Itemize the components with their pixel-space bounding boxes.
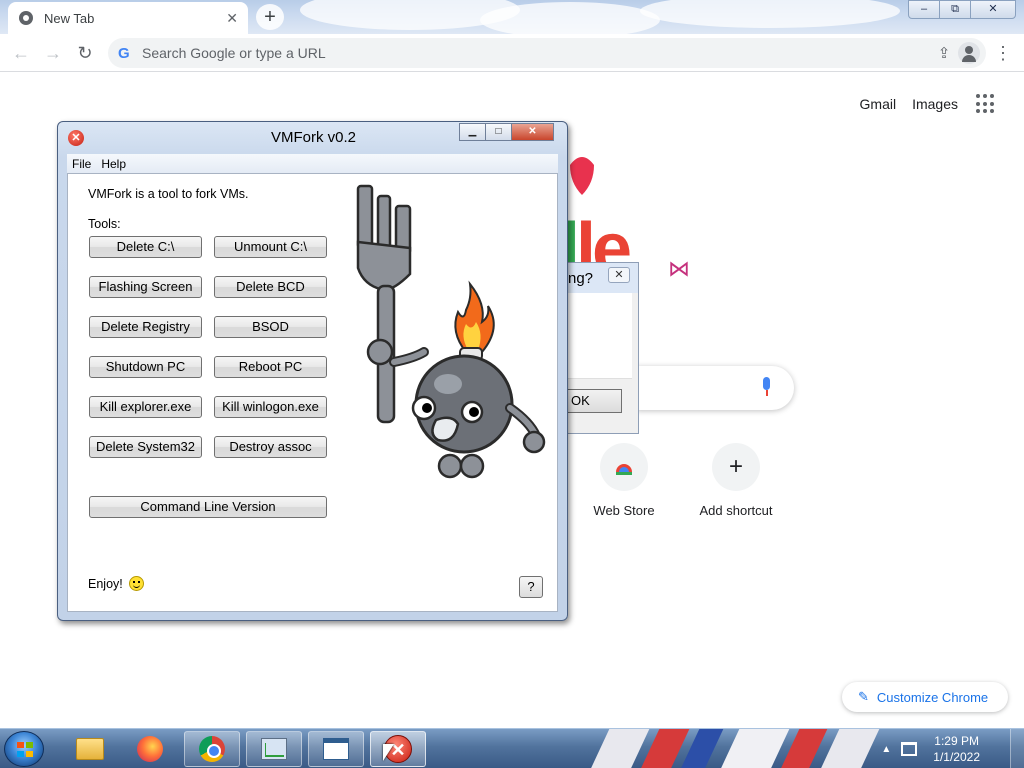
start-button[interactable] bbox=[4, 731, 44, 767]
task-manager-icon bbox=[261, 738, 287, 760]
close-window-button[interactable]: ✕ bbox=[970, 0, 1016, 19]
delete-c-button[interactable]: Delete C:\ bbox=[89, 236, 202, 258]
images-link[interactable]: Images bbox=[912, 96, 958, 112]
google-g-icon: G bbox=[118, 44, 130, 62]
profile-icon[interactable] bbox=[958, 42, 980, 64]
system-tray: ▲ 1:29 PM 1/1/2022 bbox=[881, 729, 1024, 768]
menu-help[interactable]: Help bbox=[96, 157, 131, 171]
apps-grid-icon[interactable] bbox=[976, 94, 996, 114]
taskbar-firefox[interactable] bbox=[122, 731, 178, 767]
reboot-pc-button[interactable]: Reboot PC bbox=[214, 356, 327, 378]
omnibox[interactable]: G Search Google or type a URL ⇪ ☆ bbox=[108, 38, 986, 68]
voice-search-icon[interactable] bbox=[760, 377, 772, 399]
reload-icon[interactable]: ↻ bbox=[74, 42, 96, 64]
message-box-titlebar: ng? ✕ bbox=[556, 263, 638, 293]
fork-bomb-mascot-icon bbox=[356, 184, 546, 479]
omnibox-placeholder[interactable]: Search Google or type a URL bbox=[142, 45, 930, 61]
bsod-button[interactable]: BSOD bbox=[214, 316, 327, 338]
doodle-share-icon[interactable]: ⋈ bbox=[668, 256, 690, 282]
delete-bcd-button[interactable]: Delete BCD bbox=[214, 276, 327, 298]
taskbar-task-manager[interactable] bbox=[246, 731, 302, 767]
show-hidden-icons-icon[interactable]: ▲ bbox=[881, 744, 891, 755]
minimize-button[interactable]: ‒ bbox=[908, 0, 940, 19]
customize-chrome-button[interactable]: ✎ Customize Chrome bbox=[842, 682, 1008, 712]
window-controls: ‒ ⧉ ✕ bbox=[908, 0, 1016, 20]
delete-registry-button[interactable]: Delete Registry bbox=[89, 316, 202, 338]
vmfork-minimize-button[interactable]: ▁ bbox=[459, 123, 486, 141]
browser-toolbar: ← → ↻ G Search Google or type a URL ⇪ ☆ … bbox=[0, 34, 1024, 72]
network-icon[interactable] bbox=[901, 742, 918, 756]
enjoy-label: Enjoy! bbox=[88, 576, 123, 591]
vmfork-window: ✕ VMFork v0.2 ▁ □ ✕ File Help VMFork is … bbox=[57, 121, 568, 621]
vmfork-caption-buttons: ▁ □ ✕ bbox=[459, 123, 554, 141]
shortcut-label: Add shortcut bbox=[699, 503, 773, 518]
tab-new-tab[interactable]: New Tab ✕ bbox=[8, 2, 248, 34]
shutdown-pc-button[interactable]: Shutdown PC bbox=[89, 356, 202, 378]
mouse-cursor-icon bbox=[383, 744, 394, 761]
taskbar: ✕ ▲ 1:29 PM 1/1/2022 bbox=[0, 728, 1024, 768]
taskbar-wallpaper-art bbox=[580, 729, 890, 768]
show-desktop-button[interactable] bbox=[1010, 729, 1024, 768]
menu-bar: File Help bbox=[67, 154, 558, 173]
new-tab-button[interactable]: + bbox=[256, 4, 284, 30]
vmfork-close-button[interactable]: ✕ bbox=[511, 123, 554, 141]
ntp-top-links: Gmail Images bbox=[844, 94, 996, 114]
gmail-link[interactable]: Gmail bbox=[860, 96, 897, 112]
clock[interactable]: 1:29 PM 1/1/2022 bbox=[933, 733, 980, 765]
command-line-version-button[interactable]: Command Line Version bbox=[89, 496, 327, 518]
tab-title: New Tab bbox=[44, 10, 95, 26]
webstore-icon bbox=[600, 443, 648, 491]
enjoy-text: Enjoy! bbox=[88, 576, 144, 591]
tab-strip: New Tab ✕ + ‒ ⧉ ✕ bbox=[0, 0, 1024, 34]
vmfork-client-area: VMFork is a tool to fork VMs. Tools: Del… bbox=[67, 173, 558, 612]
menu-icon[interactable]: ⋮ bbox=[994, 42, 1012, 64]
help-button[interactable]: ? bbox=[519, 576, 543, 598]
restore-button[interactable]: ⧉ bbox=[939, 0, 971, 19]
menu-file[interactable]: File bbox=[67, 157, 96, 171]
share-icon[interactable]: ⇪ bbox=[930, 44, 958, 62]
clock-date: 1/1/2022 bbox=[933, 750, 980, 764]
kill-winlogon-button[interactable]: Kill winlogon.exe bbox=[214, 396, 327, 418]
forward-arrow-icon[interactable]: → bbox=[42, 42, 64, 64]
plus-icon: + bbox=[712, 443, 760, 491]
back-arrow-icon[interactable]: ← bbox=[10, 42, 32, 64]
shortcut-web-store[interactable]: Web Store bbox=[569, 443, 679, 518]
chrome-favicon-icon bbox=[19, 11, 33, 25]
ntp-search-box[interactable] bbox=[636, 366, 794, 410]
firefox-icon bbox=[137, 736, 163, 762]
windows-logo-icon bbox=[17, 742, 33, 757]
taskbar-chrome[interactable] bbox=[184, 731, 240, 767]
clock-time: 1:29 PM bbox=[934, 734, 979, 748]
destroy-assoc-button[interactable]: Destroy assoc bbox=[214, 436, 327, 458]
delete-system32-button[interactable]: Delete System32 bbox=[89, 436, 202, 458]
message-box-title: ng? bbox=[568, 270, 594, 287]
pencil-icon: ✎ bbox=[858, 689, 869, 704]
smiley-icon bbox=[128, 576, 144, 591]
vmfork-maximize-button[interactable]: □ bbox=[485, 123, 512, 141]
description-text: VMFork is a tool to fork VMs. bbox=[88, 187, 249, 201]
customize-label: Customize Chrome bbox=[876, 689, 989, 705]
taskbar-vmfork[interactable]: ✕ bbox=[370, 731, 426, 767]
shortcut-label: Web Store bbox=[593, 503, 655, 518]
chrome-icon bbox=[199, 736, 225, 762]
shortcut-add[interactable]: + Add shortcut bbox=[681, 443, 791, 518]
unmount-c-button[interactable]: Unmount C:\ bbox=[214, 236, 327, 258]
kill-explorer-button[interactable]: Kill explorer.exe bbox=[89, 396, 202, 418]
app-window-icon bbox=[323, 738, 349, 760]
folder-icon bbox=[76, 738, 104, 760]
message-box-close-button[interactable]: ✕ bbox=[608, 267, 630, 283]
taskbar-app-window[interactable] bbox=[308, 731, 364, 767]
tab-close-icon[interactable]: ✕ bbox=[226, 10, 238, 27]
flashing-screen-button[interactable]: Flashing Screen bbox=[89, 276, 202, 298]
tools-label: Tools: bbox=[88, 217, 121, 231]
taskbar-explorer[interactable] bbox=[62, 731, 118, 767]
